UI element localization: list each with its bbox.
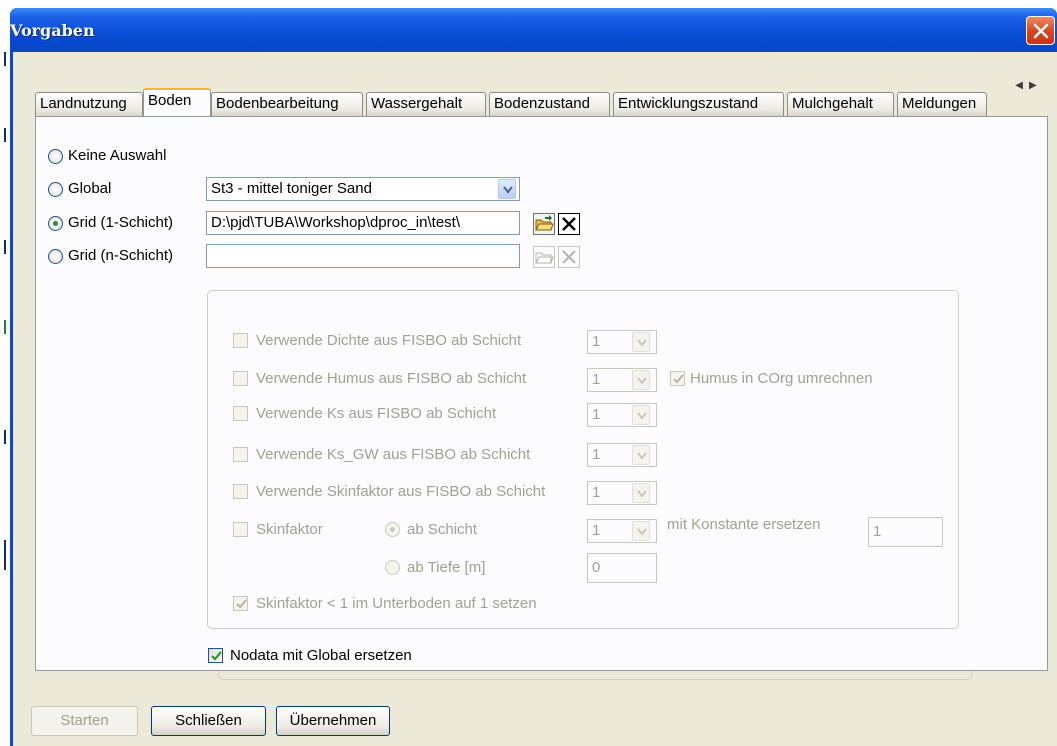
check-humus[interactable] <box>233 371 248 386</box>
chevron-down-icon <box>503 186 513 194</box>
chevron-down-icon <box>637 377 647 385</box>
label-dichte: Verwende Dichte aus FISBO ab Schicht <box>256 332 522 349</box>
tab-wassergehalt[interactable]: Wassergehalt <box>366 92 486 116</box>
clear-grid1-button[interactable] <box>558 213 580 235</box>
dichte-layer-dropdown[interactable] <box>632 332 650 352</box>
label-grid-n-schicht: Grid (n-Schicht) <box>68 247 174 264</box>
radio-keine-auswahl[interactable] <box>48 149 63 164</box>
check-skinfaktor-fisbo[interactable] <box>233 484 248 499</box>
tab-meldungen[interactable]: Meldungen <box>897 92 987 116</box>
edge-mark <box>4 320 6 334</box>
title-bar[interactable]: Vorgaben <box>10 8 1057 52</box>
chevron-down-icon <box>637 528 647 536</box>
grid1-path-value: D:\pjd\TUBA\Workshop\dproc_in\test\ <box>211 214 460 231</box>
tab-panel-boden: Keine Auswahl Global St3 - mittel tonige… <box>35 116 1048 671</box>
chevron-left-icon[interactable]: ◀ <box>1015 80 1029 91</box>
dialog-window: Vorgaben Landnutzung Boden Bodenbearbeit… <box>10 8 1057 746</box>
global-soil-value: St3 - mittel toniger Sand <box>211 180 372 197</box>
label-humus: Verwende Humus aus FISBO ab Schicht <box>256 370 527 387</box>
label-global: Global <box>68 180 112 197</box>
tab-bodenbearbeitung[interactable]: Bodenbearbeitung <box>211 92 363 116</box>
tab-landnutzung[interactable]: Landnutzung <box>35 92 143 116</box>
label-ab-tiefe: ab Tiefe [m] <box>407 559 486 576</box>
ks-layer-dropdown[interactable] <box>632 405 650 425</box>
ks-gw-layer-value: 1 <box>592 446 601 463</box>
chevron-down-icon <box>637 452 647 460</box>
dialog-client: Landnutzung Boden Bodenbearbeitung Wasse… <box>13 52 1057 746</box>
ks-layer-value: 1 <box>592 406 601 423</box>
label-skin-unterboden: Skinfaktor < 1 im Unterboden auf 1 setze… <box>256 595 537 612</box>
global-soil-dropdown-button[interactable] <box>498 179 516 199</box>
skin-ab-schicht-value: 1 <box>592 522 601 539</box>
ks-gw-layer-dropdown[interactable] <box>632 445 650 465</box>
radio-ab-tiefe[interactable] <box>385 560 400 575</box>
label-konstante: mit Konstante ersetzen <box>667 516 821 533</box>
open-folder-icon <box>533 246 555 268</box>
chevron-down-icon <box>637 412 647 420</box>
skin-ab-schicht-dropdown[interactable] <box>632 521 650 541</box>
humus-layer-dropdown[interactable] <box>632 370 650 390</box>
close-button[interactable] <box>1026 16 1055 45</box>
close-dialog-button[interactable]: Schließen <box>151 706 266 736</box>
start-button[interactable]: Starten <box>31 706 138 736</box>
clear-icon <box>558 213 580 235</box>
label-ks-gw: Verwende Ks_GW aus FISBO ab Schicht <box>256 446 531 463</box>
apply-button[interactable]: Übernehmen <box>276 706 390 736</box>
chevron-right-icon[interactable]: ▶ <box>1029 80 1043 91</box>
label-keine-auswahl: Keine Auswahl <box>68 147 167 164</box>
ab-tiefe-value: 0 <box>592 559 601 576</box>
tab-entwicklungszustand[interactable]: Entwicklungszustand <box>613 92 784 116</box>
check-dichte[interactable] <box>233 333 248 348</box>
global-soil-select[interactable]: St3 - mittel toniger Sand <box>206 177 520 201</box>
grid1-path-input[interactable]: D:\pjd\TUBA\Workshop\dproc_in\test\ <box>206 211 520 235</box>
label-ab-schicht: ab Schicht <box>407 521 478 538</box>
label-skinfaktor: Skinfaktor <box>256 521 323 538</box>
radio-grid-n-schicht[interactable] <box>48 249 63 264</box>
browse-gridn-button[interactable] <box>533 246 555 268</box>
tab-mulchgehalt[interactable]: Mulchgehalt <box>787 92 894 116</box>
edge-mark <box>4 540 6 570</box>
radio-ab-schicht[interactable] <box>385 522 400 537</box>
label-ks: Verwende Ks aus FISBO ab Schicht <box>256 405 497 422</box>
tab-scroll-arrows[interactable]: ◀▶ <box>1014 77 1044 95</box>
dichte-layer-value: 1 <box>592 333 601 350</box>
radio-global[interactable] <box>48 182 63 197</box>
check-ks[interactable] <box>233 406 248 421</box>
clear-icon <box>558 246 580 268</box>
label-humus-corg: Humus in COrg umrechnen <box>690 370 873 387</box>
check-skinfaktor[interactable] <box>233 522 248 537</box>
chevron-down-icon <box>637 490 647 498</box>
konstante-value: 1 <box>873 523 882 540</box>
skinfaktor-layer-value: 1 <box>592 484 601 501</box>
tab-bodenzustand[interactable]: Bodenzustand <box>489 92 610 116</box>
edge-mark <box>4 52 6 66</box>
clear-gridn-button[interactable] <box>558 246 580 268</box>
check-humus-corg[interactable] <box>670 371 685 386</box>
edge-mark <box>4 240 6 254</box>
check-nodata[interactable] <box>208 648 223 663</box>
checkmark-icon <box>236 599 247 609</box>
radio-grid-1-schicht[interactable] <box>48 216 63 231</box>
edge-mark <box>4 430 6 444</box>
label-skinfaktor-fisbo: Verwende Skinfaktor aus FISBO ab Schicht <box>256 483 546 500</box>
check-ks-gw[interactable] <box>233 447 248 462</box>
label-nodata: Nodata mit Global ersetzen <box>230 647 412 664</box>
close-icon <box>1033 23 1049 39</box>
edge-mark <box>4 128 6 142</box>
skinfaktor-layer-dropdown[interactable] <box>632 483 650 503</box>
ab-tiefe-input[interactable]: 0 <box>587 553 657 583</box>
label-grid-1-schicht: Grid (1-Schicht) <box>68 214 174 231</box>
checkmark-icon <box>673 374 684 384</box>
gridn-path-input[interactable] <box>206 244 520 268</box>
konstante-input[interactable]: 1 <box>868 517 943 547</box>
chevron-down-icon <box>637 339 647 347</box>
check-skin-unterboden[interactable] <box>233 596 248 611</box>
open-folder-icon <box>533 213 555 235</box>
humus-layer-value: 1 <box>592 371 601 388</box>
window-title: Vorgaben <box>10 21 95 40</box>
checkmark-icon <box>211 651 222 661</box>
browse-grid1-button[interactable] <box>533 213 555 235</box>
tab-boden[interactable]: Boden <box>143 88 211 116</box>
